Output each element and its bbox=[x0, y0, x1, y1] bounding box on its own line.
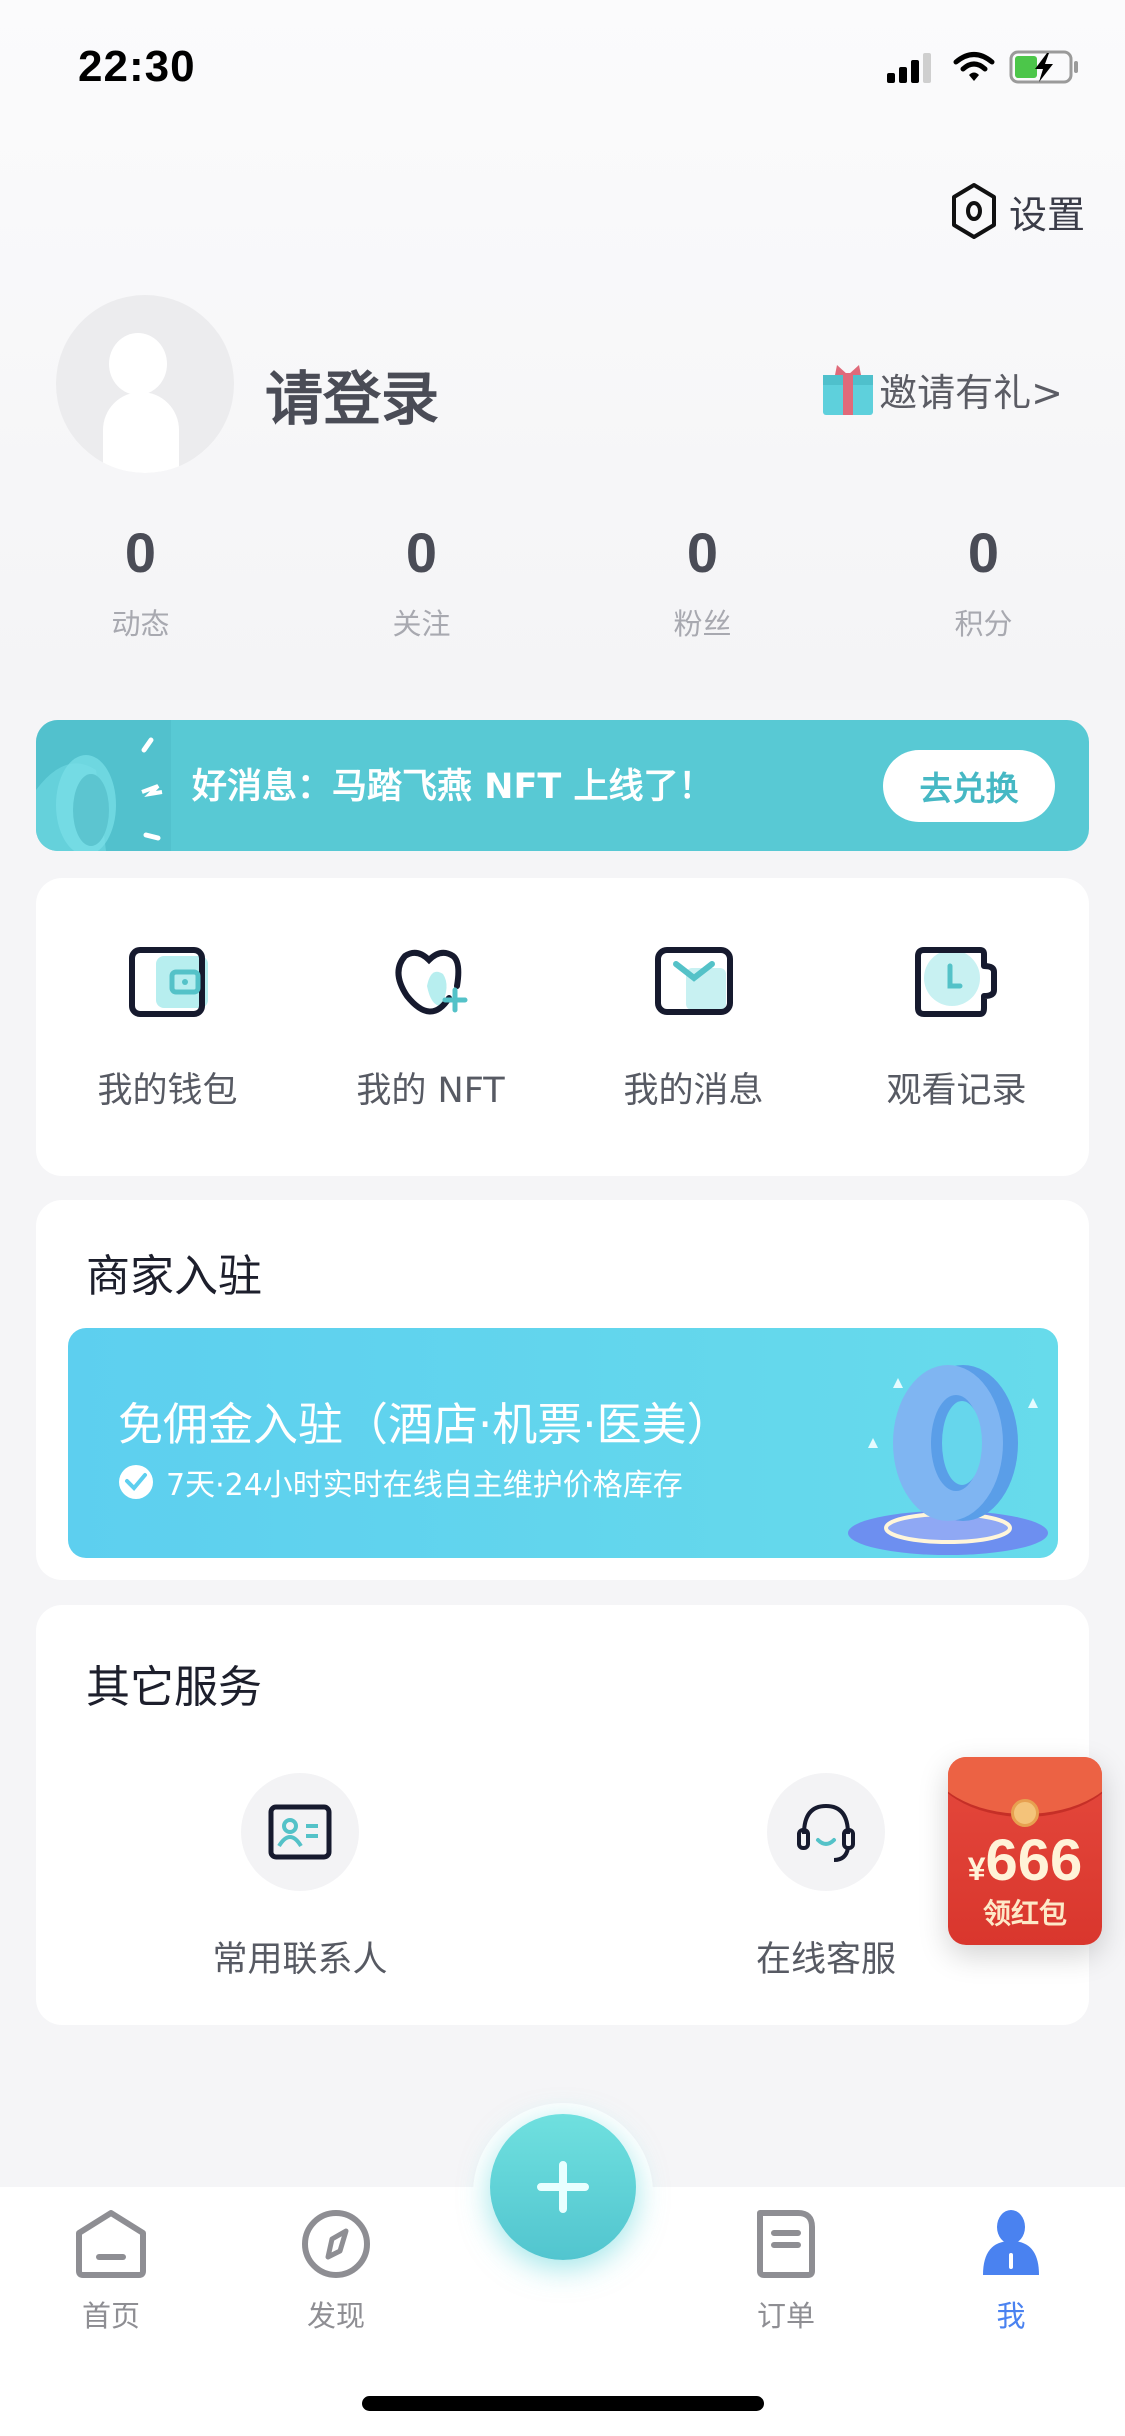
quick-action-nft[interactable]: 我的 NFT bbox=[299, 878, 562, 1176]
news-banner[interactable]: 好消息：马踏飞燕 NFT 上线了！ 去兑换 bbox=[36, 720, 1089, 851]
tab-label: 首页 bbox=[81, 2299, 140, 2333]
stat-label: 关注 bbox=[392, 607, 451, 641]
quick-action-history[interactable]: 观看记录 bbox=[825, 878, 1088, 1176]
avatar-head-shape bbox=[109, 333, 167, 395]
news-text: 好消息：马踏飞燕 NFT 上线了！ bbox=[192, 767, 714, 807]
stat-points[interactable]: 0 积分 bbox=[843, 520, 1124, 643]
quick-action-label: 观看记录 bbox=[886, 1071, 1027, 1111]
merchant-banner[interactable]: 免佣金入驻（酒店·机票·医美） 7天·24小时实时在线自主维护价格库存 bbox=[68, 1328, 1058, 1558]
stat-value: 0 bbox=[405, 521, 438, 584]
tab-discover[interactable]: 发现 bbox=[261, 2209, 411, 2335]
stat-label: 粉丝 bbox=[673, 607, 732, 641]
merchant-banner-subtitle: 7天·24小时实时在线自主维护价格库存 bbox=[118, 1460, 683, 1504]
heart-plus-icon bbox=[395, 949, 467, 1015]
service-contacts[interactable]: 常用联系人 bbox=[180, 1773, 420, 1982]
stat-label: 积分 bbox=[954, 607, 1013, 641]
redeem-button[interactable]: 去兑换 bbox=[883, 750, 1055, 822]
stat-value: 0 bbox=[686, 521, 719, 584]
stat-posts[interactable]: 0 动态 bbox=[0, 520, 281, 643]
check-circle-icon bbox=[119, 1465, 153, 1499]
quick-action-label: 我的消息 bbox=[623, 1071, 764, 1111]
gift-icon bbox=[823, 364, 874, 415]
stat-value: 0 bbox=[967, 521, 1000, 584]
stat-label: 动态 bbox=[111, 607, 170, 641]
service-icon-bg bbox=[767, 1773, 885, 1891]
stat-fans[interactable]: 0 粉丝 bbox=[562, 520, 843, 643]
headset-icon bbox=[797, 1803, 855, 1862]
message-icon bbox=[654, 947, 733, 1015]
tab-orders[interactable]: 订单 bbox=[711, 2209, 861, 2335]
stat-following[interactable]: 0 关注 bbox=[281, 520, 562, 643]
tab-home[interactable]: 首页 bbox=[36, 2209, 186, 2335]
invite-link[interactable]: 邀请有礼> bbox=[821, 362, 1063, 417]
service-label: 在线客服 bbox=[755, 1940, 896, 1980]
battery-icon bbox=[1009, 50, 1078, 84]
red-packet-button[interactable]: ¥666 领红包 bbox=[948, 1757, 1102, 1945]
wallet-icon bbox=[128, 947, 208, 1017]
other-services-card: 其它服务 常用联系人 在线客服 bbox=[36, 1605, 1089, 2025]
tab-label: 订单 bbox=[756, 2299, 815, 2333]
red-packet-label: 领红包 bbox=[982, 1897, 1067, 1930]
service-icon-bg bbox=[241, 1773, 359, 1891]
stat-value: 0 bbox=[124, 521, 157, 584]
service-label: 常用联系人 bbox=[212, 1940, 388, 1980]
megaphone-icon bbox=[36, 720, 171, 851]
compass-icon bbox=[302, 2210, 370, 2278]
other-services-title: 其它服务 bbox=[86, 1662, 262, 1713]
red-packet-amount: ¥666 bbox=[948, 1827, 1102, 1894]
wifi-icon bbox=[953, 52, 995, 81]
tab-me[interactable]: 我 bbox=[936, 2209, 1086, 2335]
merchant-banner-sub-text: 7天·24小时实时在线自主维护价格库存 bbox=[166, 1468, 683, 1503]
quick-action-label: 我的 NFT bbox=[356, 1071, 505, 1111]
avatar[interactable] bbox=[56, 295, 234, 473]
login-link[interactable]: 请登录 bbox=[265, 352, 439, 436]
history-icon bbox=[914, 947, 997, 1017]
avatar-body-shape bbox=[103, 392, 179, 473]
home-indicator bbox=[362, 2396, 764, 2411]
quick-action-label: 我的钱包 bbox=[97, 1071, 238, 1111]
invite-label: 邀请有礼> bbox=[879, 371, 1063, 415]
amount-value: 666 bbox=[985, 1828, 1083, 1893]
contact-card-icon bbox=[268, 1804, 332, 1860]
home-icon bbox=[76, 2210, 146, 2278]
settings-icon bbox=[951, 183, 996, 239]
stats-row: 0 动态 0 关注 0 粉丝 0 积分 bbox=[0, 520, 1125, 643]
merchant-banner-heading: 免佣金入驻（酒店·机票·医美） bbox=[118, 1398, 732, 1451]
tab-label: 发现 bbox=[306, 2299, 365, 2333]
quick-action-messages[interactable]: 我的消息 bbox=[562, 878, 825, 1176]
settings-label: 设置 bbox=[1008, 192, 1085, 237]
status-icons bbox=[885, 50, 1081, 84]
plus-icon bbox=[537, 2161, 589, 2213]
currency-symbol: ¥ bbox=[967, 1851, 986, 1887]
quick-actions-card: 我的钱包 我的 NFT 我的消息 观看记录 bbox=[36, 878, 1089, 1176]
quick-action-wallet[interactable]: 我的钱包 bbox=[36, 878, 299, 1176]
add-button[interactable] bbox=[490, 2114, 636, 2260]
profile-icon bbox=[983, 2210, 1039, 2275]
tab-label: 我 bbox=[996, 2299, 1026, 2333]
status-bar: 22:30 bbox=[0, 0, 1125, 130]
ring-illustration bbox=[848, 1365, 1048, 1555]
merchant-title: 商家入驻 bbox=[86, 1251, 262, 1302]
red-packet-seal-icon bbox=[1011, 1799, 1039, 1827]
merchant-card: 商家入驻 免佣金入驻（酒店·机票·医美） 7天·24小时实时在线自主维护价格库存 bbox=[36, 1200, 1089, 1580]
status-time: 22:30 bbox=[78, 42, 196, 91]
signal-icon bbox=[887, 53, 931, 83]
service-online-support[interactable]: 在线客服 bbox=[706, 1773, 946, 1982]
settings-button[interactable]: 设置 bbox=[949, 182, 1085, 240]
order-icon bbox=[757, 2210, 815, 2278]
